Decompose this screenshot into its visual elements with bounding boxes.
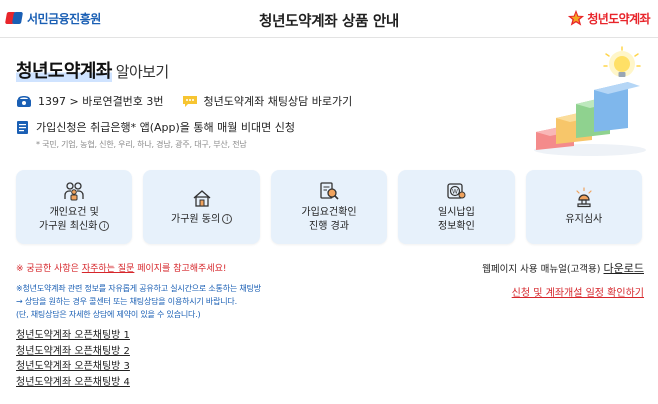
hero-title-highlight: 청년도약계좌 [16,61,112,82]
lamp-icon [576,187,592,208]
info-icon[interactable]: i [222,214,233,224]
hero-title-sub: 알아보기 [115,63,169,81]
open-chat-link-4[interactable]: 청년도약계좌 오픈채팅방 4 [16,375,130,391]
card-label: 일시납입 정보확인 [438,207,475,232]
phone-number: 1397 > 바로연결번호 3번 [38,95,164,108]
product-logo-text: 청년도약계좌 [587,11,650,26]
card-label: 개인요건 및 가구원 최신화 i [39,206,110,234]
menu-cards: 개인요건 및 가구원 최신화 i 가구원 동의 i 가입요건확인 진행 경과 W 일… [16,170,643,244]
manual-download: 웹페이지 사용 매뉴얼(고객용) 다운로드 [482,262,644,275]
schedule-link[interactable]: 신청 및 계좌개설 일정 확인하기 [512,284,644,299]
faq-link[interactable]: 자주하는 질문 [82,264,135,274]
card-maintenance-review[interactable]: 유지심사 [525,170,643,244]
star-icon [568,9,585,26]
svg-text:W: W [452,189,458,196]
page-title: 청년도약계좌 상품 안내 [259,14,399,30]
bank-list: * 국민, 기업, 농협, 신한, 우리, 하나, 경남, 광주, 대구, 부산… [36,140,247,149]
card-household-consent[interactable]: 가구원 동의 i [143,170,260,244]
contact-row: 1397 > 바로연결번호 3번 청년도약계좌 채팅상담 바로가기 [16,93,352,109]
chat-consult-link[interactable]: 청년도약계좌 채팅상담 바로가기 [204,93,353,109]
phone-icon [17,96,31,107]
document-icon [17,120,28,134]
open-chat-link-1[interactable]: 청년도약계좌 오픈채팅방 1 [16,328,130,344]
card-eligibility-progress[interactable]: 가입요건확인 진행 경과 [270,170,388,244]
card-personal-update[interactable]: 개인요건 및 가구원 최신화 i [16,170,133,244]
product-logo[interactable]: 청년도약계좌 [567,9,651,27]
card-label: 가입요건확인 진행 경과 [301,207,357,232]
coin-icon: W [447,183,466,199]
open-chat-links: 청년도약계좌 오픈채팅방 1 청년도약계좌 오픈채팅방 2 청년도약계좌 오픈채… [16,328,130,390]
faq-notice: ※ 궁금한 사항은 자주하는 질문 페이지를 참고해주세요! [16,264,227,274]
card-label: 가구원 동의 i [171,213,233,227]
card-lump-sum-info[interactable]: W 일시납입 정보확인 [398,170,515,244]
apply-row: 가입신청은 취급은행* 앱(App)을 통해 매월 비대면 신청 [16,119,295,135]
open-chat-link-3[interactable]: 청년도약계좌 오픈채팅방 3 [16,359,130,375]
document-search-icon [320,182,339,200]
family-icon [64,182,84,201]
open-chat-link-2[interactable]: 청년도약계좌 오픈채팅방 2 [16,344,130,360]
header: 서민금융진흥원 청년도약계좌 상품 안내 청년도약계좌 [0,0,658,38]
chat-bubble-icon [182,96,197,107]
hero-title: 청년도약계좌 알아보기 [16,57,169,83]
info-icon[interactable]: i [99,221,110,231]
open-chat-notice: ※청년도약계좌 관련 정보를 자유롭게 공유하고 실시간으로 소통하는 채팅방 … [16,284,261,319]
house-icon [193,190,211,207]
apply-info: 가입신청은 취급은행* 앱(App)을 통해 매월 비대면 신청 [36,121,295,134]
stairs-illustration [534,46,646,156]
card-label: 유지심사 [565,214,603,225]
manual-download-link[interactable]: 다운로드 [604,262,644,275]
